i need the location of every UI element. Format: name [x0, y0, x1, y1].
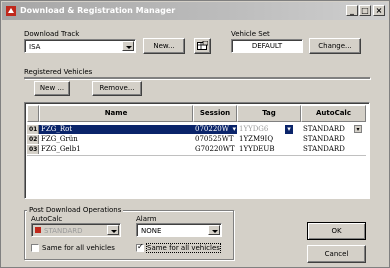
column-header-tag[interactable]: Tag [237, 105, 301, 122]
vehicle-set-change-button[interactable]: Change... [309, 38, 361, 54]
grid-line [27, 155, 366, 156]
maximize-button[interactable]: □ [359, 5, 371, 16]
cell-name[interactable]: FZG_Grün [39, 135, 193, 144]
column-header-autocalc[interactable]: AutoCalc [301, 105, 366, 122]
download-track-combo[interactable]: ISA [24, 39, 136, 53]
vehicle-new-button[interactable]: New ... [34, 81, 70, 96]
autocalc-label: AutoCalc [31, 215, 63, 223]
vehicle-set-value: DEFAULT [251, 42, 283, 50]
autocalc-combo[interactable]: STANDARD [31, 223, 121, 237]
download-track-label: Download Track [24, 30, 80, 38]
window-title: Download & Registration Manager [20, 6, 176, 15]
cell-autocalc-value: STANDARD [303, 125, 345, 133]
cell-name[interactable]: FZG_Rot [39, 125, 193, 134]
chevron-down-icon[interactable] [122, 41, 134, 51]
alarm-label: Alarm [136, 215, 157, 223]
cell-autocalc[interactable]: STANDARD ▾ [301, 125, 366, 134]
vehicle-remove-button[interactable]: Remove... [92, 81, 142, 96]
registered-vehicles-label: Registered Vehicles [24, 68, 93, 76]
vehicle-set-label: Vehicle Set [231, 30, 270, 38]
same-for-all-autocalc-checkbox[interactable] [31, 244, 39, 252]
post-download-label: Post Download Operations [27, 206, 124, 214]
autocalc-value: STANDARD [44, 227, 83, 235]
column-header-name[interactable]: Name [39, 105, 193, 122]
download-track-new-button[interactable]: New... [143, 38, 185, 54]
vehicle-set-field: DEFAULT [231, 39, 303, 53]
chevron-down-icon[interactable] [107, 225, 119, 235]
cell-tag-value: 1YYDG6 [239, 125, 269, 133]
cell-autocalc[interactable]: STANDARD [301, 135, 366, 144]
same-for-all-alarm-label[interactable]: Same for all vehicles [146, 243, 221, 253]
cell-tag[interactable]: 1YZM9IQ [237, 135, 301, 144]
same-for-all-autocalc-label[interactable]: Same for all vehicles [42, 244, 115, 252]
row-header-corner [27, 105, 39, 122]
chevron-down-icon[interactable] [208, 225, 220, 235]
cell-tag[interactable]: 1YYDEUB [237, 145, 301, 154]
cell-tag[interactable]: 1YYDG6 ▾ [237, 125, 301, 134]
cell-session[interactable]: 070220W ▾ [193, 125, 237, 134]
chevron-down-icon[interactable]: ▾ [354, 125, 362, 133]
same-for-all-alarm-checkbox[interactable] [136, 242, 144, 252]
cell-autocalc[interactable]: STANDARD [301, 145, 366, 154]
cancel-button[interactable]: Cancel [307, 245, 366, 263]
download-track-value: ISA [29, 43, 41, 51]
chevron-down-icon[interactable]: ▾ [285, 125, 293, 134]
folder-grid-icon [197, 41, 208, 50]
title-bar[interactable]: Download & Registration Manager _ □ × [2, 2, 388, 20]
cell-session[interactable]: 070525WT [193, 135, 237, 144]
download-registration-window: Download & Registration Manager _ □ × Do… [0, 0, 390, 268]
app-icon [6, 6, 16, 16]
vehicle-table[interactable]: Name Session Tag AutoCalc 01 FZG_Rot 070… [24, 102, 370, 199]
registered-vehicles-divider [24, 77, 370, 79]
cell-session[interactable]: G70220WT [193, 145, 237, 154]
close-button[interactable]: × [373, 5, 385, 16]
table-row[interactable]: 02 FZG_Grün 070525WT 1YZM9IQ STANDARD [27, 135, 366, 144]
table-row[interactable]: 03 FZG_Gelb1 G70220WT 1YYDEUB STANDARD [27, 145, 366, 154]
alarm-combo[interactable]: NONE [136, 223, 222, 237]
row-number: 03 [27, 145, 39, 154]
browse-button[interactable] [194, 38, 211, 54]
ok-button[interactable]: OK [307, 222, 366, 240]
column-header-session[interactable]: Session [193, 105, 237, 122]
minimize-button[interactable]: _ [346, 5, 358, 16]
alarm-value: NONE [141, 227, 162, 235]
cell-name[interactable]: FZG_Gelb1 [39, 145, 193, 154]
flag-icon [35, 227, 41, 233]
table-row[interactable]: 01 FZG_Rot 070220W ▾ 1YYDG6 ▾ STANDARD ▾ [27, 125, 366, 134]
row-number: 02 [27, 135, 39, 144]
cell-session-value: 070220W [195, 125, 229, 133]
chevron-down-icon[interactable]: ▾ [232, 125, 236, 134]
row-number: 01 [27, 125, 39, 134]
